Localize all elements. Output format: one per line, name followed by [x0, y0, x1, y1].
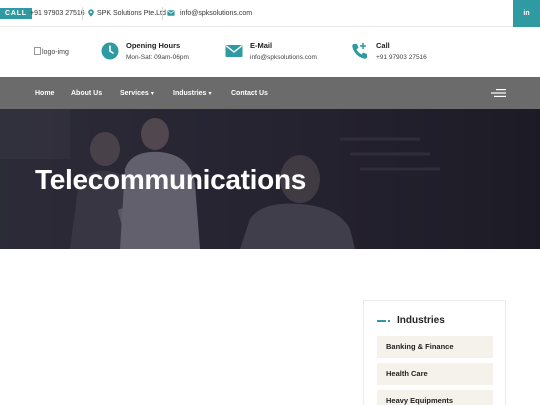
site-header: logo-img Opening Hours Mon-Sat: 09am-06p… [0, 27, 540, 77]
nav-label: Services [120, 90, 149, 97]
nav-label: Industries [173, 90, 207, 97]
envelope-icon [225, 45, 243, 57]
envelope-icon [167, 10, 175, 16]
topbar-company: SPK Solutions Pte.Ltd [97, 10, 166, 17]
sidebar-item-banking-finance[interactable]: Banking & Finance [377, 336, 493, 358]
page-title: Telecommunications [35, 164, 307, 195]
nav-label: Home [35, 90, 55, 97]
nav-item-services[interactable]: Services ▾ [120, 89, 154, 99]
sidebar-item-heavy-equipments[interactable]: Heavy Equipments [377, 390, 493, 405]
topbar-phone[interactable]: +91 97903 27516 [30, 9, 85, 18]
clock-icon [101, 42, 119, 60]
heading-accent-line [377, 320, 386, 322]
nav-item-about[interactable]: About Us [71, 89, 102, 98]
call-title: Call [376, 41, 390, 50]
divider [82, 7, 83, 20]
nav-item-home[interactable]: Home [35, 89, 54, 98]
top-bar: CALL +91 97903 27516 SPK Solutions Pte.L… [0, 0, 540, 27]
chevron-down-icon: ▾ [150, 91, 154, 97]
map-pin-icon [88, 9, 94, 17]
email-value[interactable]: info@spksolutions.com [250, 54, 317, 61]
chevron-down-icon: ▾ [208, 91, 212, 97]
sidebar-item-health-care[interactable]: Health Care [377, 363, 493, 385]
hours-title: Opening Hours [126, 41, 181, 50]
main-nav: Home About Us Services ▾ Industries ▾ Cont… [0, 77, 540, 109]
nav-label: About Us [71, 90, 103, 97]
linkedin-icon[interactable]: in [513, 0, 540, 27]
call-value[interactable]: +91 97903 27516 [376, 54, 427, 61]
phone-icon [352, 43, 367, 59]
broken-image-icon [34, 47, 41, 55]
sidebar-title: Industries [397, 315, 445, 326]
call-badge: CALL [0, 8, 32, 19]
hours-value: Mon-Sat: 09am-06pm [126, 54, 189, 61]
heading-accent-dot [388, 320, 390, 322]
topbar-email[interactable]: info@spksolutions.com [180, 9, 252, 18]
logo[interactable]: logo-img [34, 47, 69, 57]
nav-item-industries[interactable]: Industries ▾ [173, 89, 211, 99]
nav-item-contact[interactable]: Contact Us [231, 89, 268, 98]
page-banner: Telecommunications [0, 109, 540, 249]
hamburger-icon[interactable] [491, 88, 506, 98]
divider [162, 7, 163, 20]
industries-sidebar: Industries Banking & Finance Health Care… [363, 300, 506, 405]
logo-alt-text: logo-img [42, 49, 69, 56]
nav-label: Contact Us [231, 90, 268, 97]
email-title: E-Mail [250, 41, 273, 50]
